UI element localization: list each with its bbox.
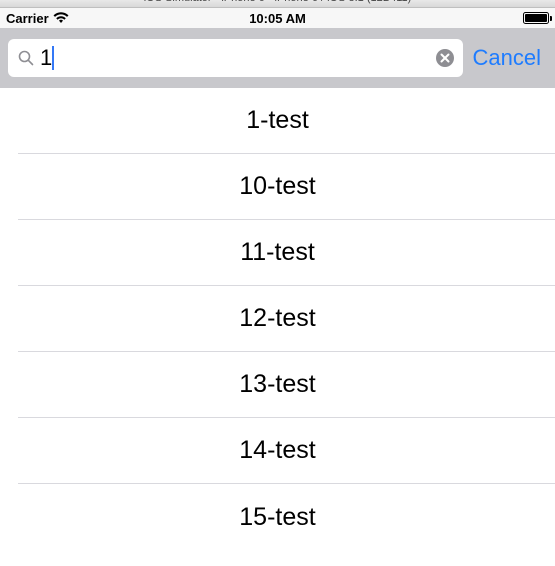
- search-field[interactable]: 1: [8, 39, 463, 77]
- table-row[interactable]: 13-test: [18, 352, 555, 418]
- status-bar: Carrier 10:05 AM: [0, 8, 555, 28]
- row-label: 1-test: [246, 106, 309, 135]
- wifi-icon: [53, 12, 69, 24]
- table-row[interactable]: 10-test: [18, 154, 555, 220]
- table-row[interactable]: 1-test: [18, 88, 555, 154]
- row-label: 14-test: [239, 436, 315, 465]
- row-label: 12-test: [239, 304, 315, 333]
- table-row[interactable]: 15-test: [18, 484, 555, 550]
- status-right: [523, 12, 549, 24]
- simulator-title-bar: iOS Simulator - iPhone 6 - iPhone 6 / iO…: [0, 0, 555, 8]
- results-table: 1-test 10-test 11-test 12-test 13-test 1…: [0, 88, 555, 550]
- status-time: 10:05 AM: [0, 11, 555, 26]
- row-label: 11-test: [240, 238, 315, 267]
- row-label: 15-test: [239, 503, 315, 532]
- status-left: Carrier: [6, 11, 69, 26]
- search-bar: 1 Cancel: [0, 28, 555, 88]
- text-caret: [52, 46, 54, 70]
- row-label: 10-test: [239, 172, 315, 201]
- search-input-text: 1: [40, 45, 52, 71]
- search-icon: [18, 50, 34, 66]
- cancel-button[interactable]: Cancel: [473, 45, 547, 71]
- row-label: 13-test: [239, 370, 315, 399]
- table-row[interactable]: 11-test: [18, 220, 555, 286]
- simulator-title: iOS Simulator - iPhone 6 - iPhone 6 / iO…: [144, 0, 412, 4]
- clear-icon[interactable]: [435, 48, 455, 68]
- carrier-label: Carrier: [6, 11, 49, 26]
- table-row[interactable]: 14-test: [18, 418, 555, 484]
- table-row[interactable]: 12-test: [18, 286, 555, 352]
- battery-icon: [523, 12, 549, 24]
